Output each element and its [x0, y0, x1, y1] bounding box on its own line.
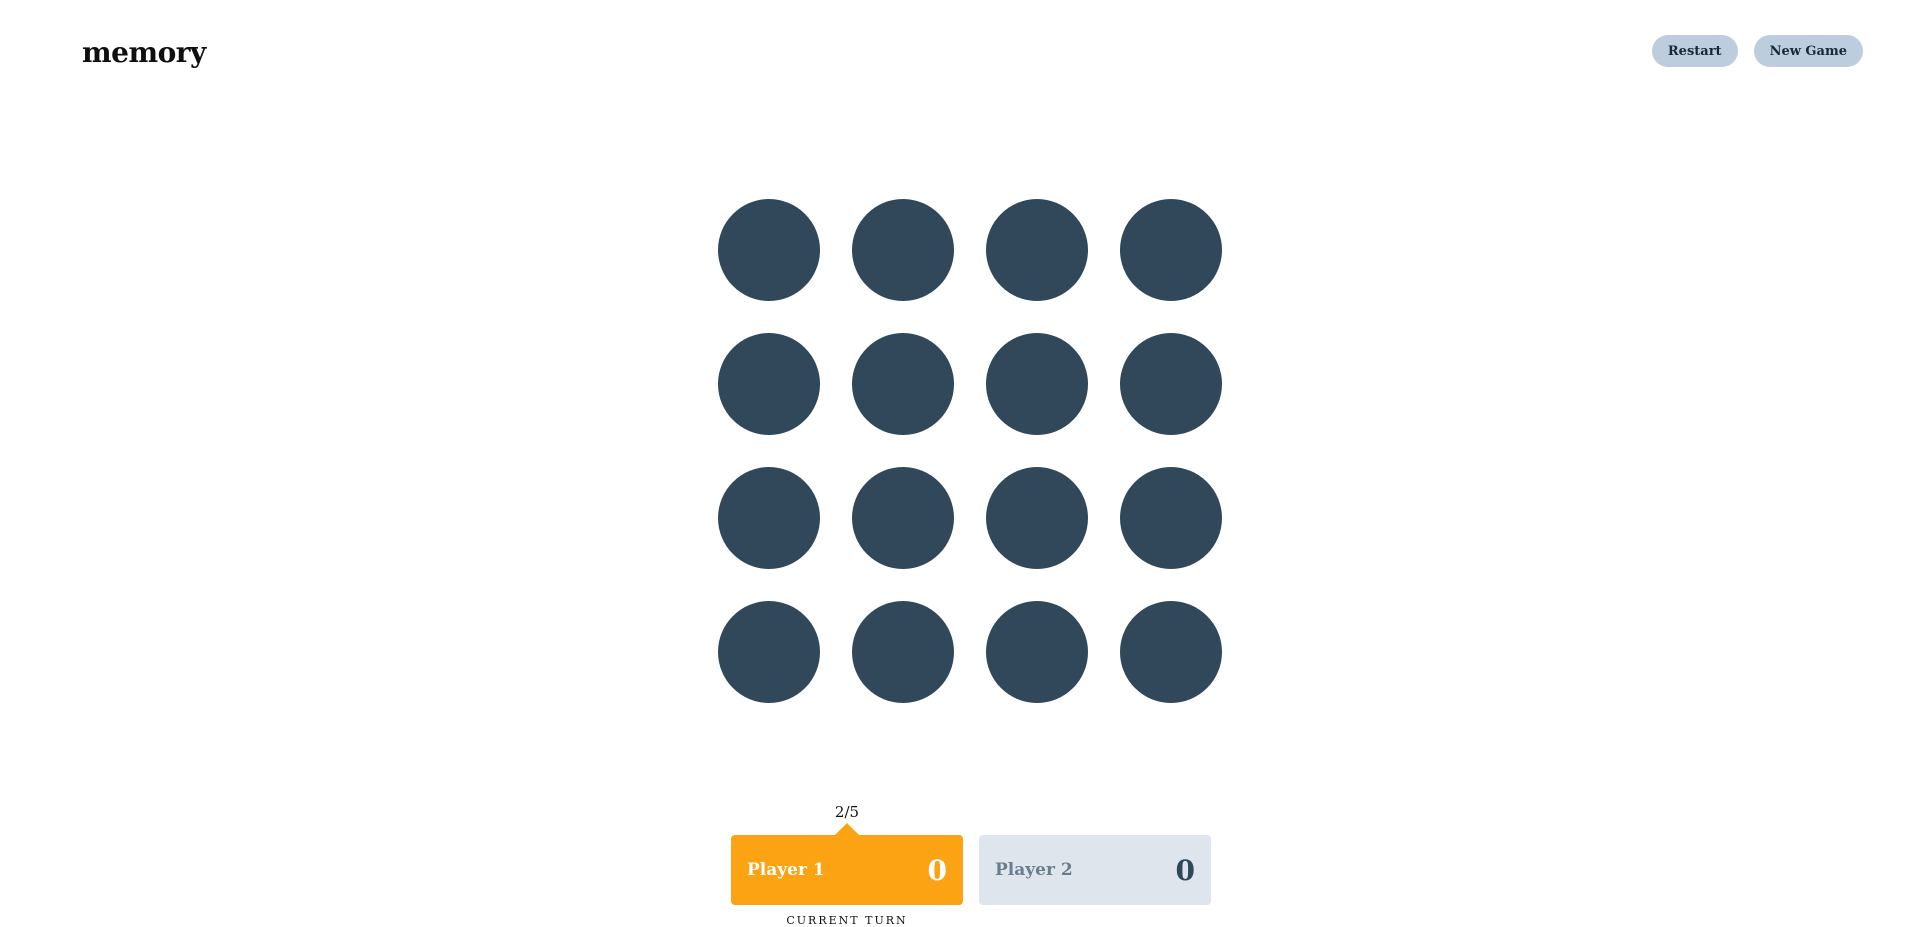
- memory-tile[interactable]: [1120, 601, 1222, 703]
- memory-tile[interactable]: [718, 199, 820, 301]
- memory-tile[interactable]: [1120, 467, 1222, 569]
- player-card-1: 2/5 Player 1 0 CURRENT TURN: [731, 803, 963, 927]
- new-game-button[interactable]: New Game: [1753, 35, 1863, 67]
- memory-tile[interactable]: [986, 199, 1088, 301]
- memory-tile[interactable]: [986, 601, 1088, 703]
- memory-tile[interactable]: [986, 467, 1088, 569]
- memory-tile[interactable]: [718, 467, 820, 569]
- memory-tile[interactable]: [852, 333, 954, 435]
- player-name: Player 1: [747, 860, 825, 880]
- player-card-2: Player 2 0: [979, 835, 1211, 905]
- memory-tile[interactable]: [852, 199, 954, 301]
- memory-tile[interactable]: [852, 467, 954, 569]
- memory-tile[interactable]: [1120, 333, 1222, 435]
- memory-tile[interactable]: [852, 601, 954, 703]
- turn-counter: 2/5: [834, 803, 860, 821]
- memory-tile[interactable]: [1120, 199, 1222, 301]
- header-actions: Restart New Game: [1651, 35, 1863, 67]
- memory-tile[interactable]: [718, 333, 820, 435]
- turn-indicator-arrow: [835, 823, 859, 835]
- restart-button[interactable]: Restart: [1651, 35, 1738, 67]
- player-name: Player 2: [995, 860, 1073, 880]
- player-score: 0: [1175, 853, 1195, 887]
- memory-tile[interactable]: [986, 333, 1088, 435]
- game-board: [718, 199, 1226, 707]
- memory-tile[interactable]: [718, 601, 820, 703]
- player-score: 0: [927, 853, 947, 887]
- current-turn-label: CURRENT TURN: [786, 914, 908, 927]
- players-bar: 2/5 Player 1 0 CURRENT TURN Player 2 0: [731, 803, 1211, 927]
- logo: memory: [82, 36, 206, 69]
